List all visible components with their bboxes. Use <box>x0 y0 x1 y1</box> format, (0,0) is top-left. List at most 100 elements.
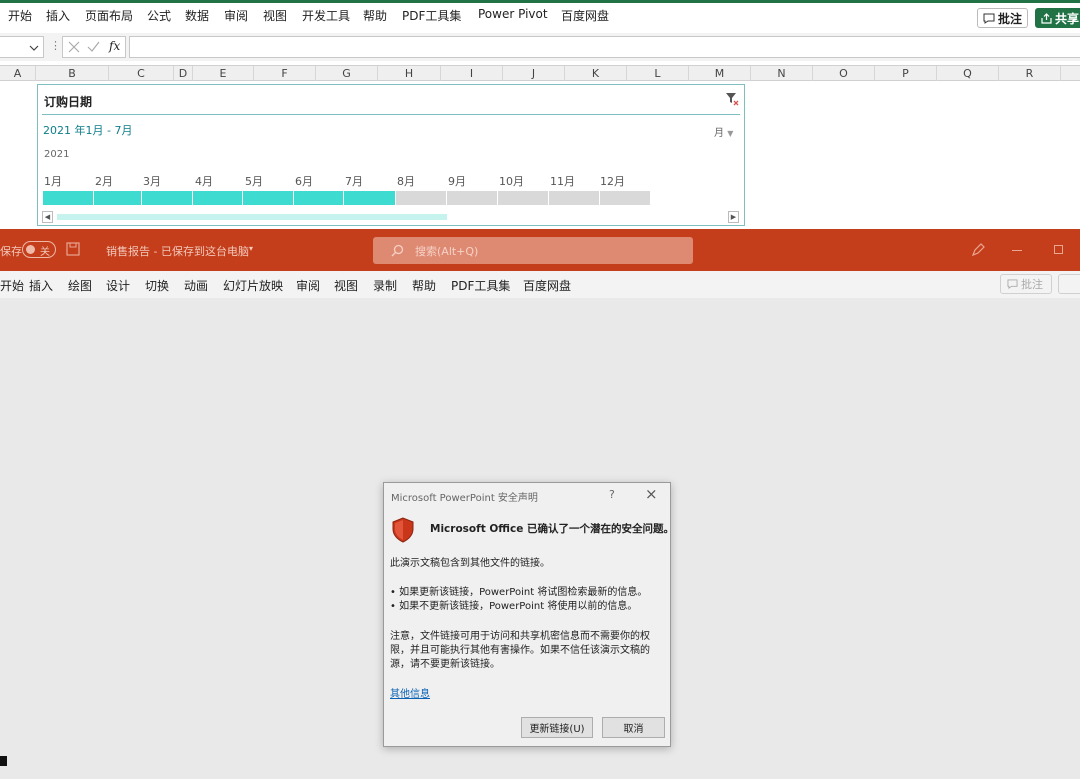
month-label: 3月 <box>143 175 161 188</box>
search-box[interactable]: 搜索(Alt+Q) <box>373 237 693 264</box>
tab-insert[interactable]: 插入 <box>29 277 53 294</box>
formula-bar: ⋮ fx <box>0 33 1080 61</box>
tab-home[interactable]: 开始 <box>8 7 32 24</box>
month-label: 8月 <box>397 175 415 188</box>
tab-review[interactable]: 审阅 <box>224 7 248 24</box>
cancel-button[interactable]: 取消 <box>602 717 665 738</box>
title-caret-icon[interactable]: ▾ <box>249 244 253 253</box>
tab-formulas[interactable]: 公式 <box>147 7 171 24</box>
formula-bar-divider-icon: ⋮ <box>50 39 61 52</box>
autosave-label: 保存 <box>0 245 22 258</box>
column-header[interactable]: E <box>193 66 254 81</box>
cancel-entry-icon[interactable] <box>68 41 80 53</box>
column-header[interactable]: F <box>254 66 316 81</box>
tab-view[interactable]: 视图 <box>334 277 358 294</box>
column-header[interactable]: I <box>441 66 503 81</box>
column-header[interactable]: A <box>0 66 36 81</box>
autosave-toggle[interactable]: 关 <box>22 241 56 258</box>
column-header[interactable]: O <box>813 66 875 81</box>
more-info-link[interactable]: 其他信息 <box>390 688 430 702</box>
month-segment[interactable] <box>600 191 651 205</box>
month-segment[interactable] <box>498 191 549 205</box>
column-header[interactable]: J <box>503 66 565 81</box>
confirm-entry-icon[interactable] <box>87 41 100 53</box>
name-box[interactable] <box>0 36 44 58</box>
tab-view[interactable]: 视图 <box>263 7 287 24</box>
month-segment[interactable] <box>193 191 243 205</box>
time-level-label: 月 <box>714 128 724 139</box>
autosave-state: 关 <box>40 247 50 258</box>
tab-design[interactable]: 设计 <box>106 277 130 294</box>
share-button[interactable] <box>1058 274 1080 294</box>
column-header[interactable]: K <box>565 66 627 81</box>
column-header[interactable]: Q <box>937 66 999 81</box>
column-header[interactable]: H <box>378 66 441 81</box>
month-segment[interactable] <box>243 191 294 205</box>
column-header[interactable]: N <box>751 66 813 81</box>
tab-power-pivot[interactable]: Power Pivot <box>478 7 548 21</box>
update-links-button[interactable]: 更新链接(U) <box>521 717 593 738</box>
tab-baidu-netdisk[interactable]: 百度网盘 <box>523 277 571 294</box>
tab-transitions[interactable]: 切换 <box>145 277 169 294</box>
tab-pdf-tools[interactable]: PDF工具集 <box>451 277 510 294</box>
comments-button[interactable]: 批注 <box>977 8 1028 28</box>
column-header[interactable]: B <box>36 66 109 81</box>
month-label: 11月 <box>550 175 575 188</box>
tab-home[interactable]: 开始 <box>0 277 24 294</box>
column-header[interactable]: C <box>109 66 174 81</box>
comments-button[interactable]: 批注 <box>1000 274 1052 294</box>
close-icon[interactable]: × <box>645 485 658 503</box>
clear-filter-icon[interactable] <box>725 92 739 106</box>
month-segment[interactable] <box>396 191 447 205</box>
tab-review[interactable]: 审阅 <box>296 277 320 294</box>
month-segment[interactable] <box>549 191 600 205</box>
tab-help[interactable]: 帮助 <box>363 7 387 24</box>
insert-function-icon[interactable]: fx <box>109 39 120 53</box>
tab-page-layout[interactable]: 页面布局 <box>85 7 133 24</box>
toggle-knob <box>26 245 35 254</box>
timeline-slicer[interactable]: 订购日期 2021 年1月 - 7月 月 ▼ 2021 1月 2月 3月 4月 … <box>37 84 745 226</box>
tab-developer[interactable]: 开发工具 <box>302 7 350 24</box>
search-icon <box>391 244 404 257</box>
tab-insert[interactable]: 插入 <box>46 7 70 24</box>
column-header[interactable]: D <box>174 66 193 81</box>
column-header[interactable]: G <box>316 66 378 81</box>
tab-animations[interactable]: 动画 <box>184 277 208 294</box>
tab-data[interactable]: 数据 <box>185 7 209 24</box>
minimize-icon[interactable] <box>1012 250 1022 251</box>
column-headers: A B C D E F G H I J K L M N O P Q R <box>0 65 1080 81</box>
dialog-note: 源，请不要更新该链接。 <box>390 659 500 670</box>
month-segment[interactable] <box>94 191 142 205</box>
maximize-icon[interactable] <box>1054 245 1063 254</box>
month-segment[interactable] <box>142 191 193 205</box>
tab-draw[interactable]: 绘图 <box>68 277 92 294</box>
month-segment[interactable] <box>447 191 498 205</box>
pen-icon[interactable] <box>971 243 985 257</box>
timeline-scrollbar[interactable]: ◀ ▶ <box>42 211 742 223</box>
save-icon[interactable] <box>66 242 80 256</box>
tab-record[interactable]: 录制 <box>373 277 397 294</box>
document-title[interactable]: 销售报告 - 已保存到这台电脑 <box>106 243 249 259</box>
month-label: 4月 <box>195 175 213 188</box>
scrollbar-thumb[interactable] <box>57 214 447 220</box>
formula-input[interactable] <box>129 36 1080 58</box>
column-header[interactable]: R <box>999 66 1061 81</box>
tab-baidu-netdisk[interactable]: 百度网盘 <box>561 7 609 24</box>
chevron-down-icon[interactable] <box>29 45 39 51</box>
scroll-right-icon[interactable]: ▶ <box>728 211 739 223</box>
tab-help[interactable]: 帮助 <box>412 277 436 294</box>
tab-pdf-tools[interactable]: PDF工具集 <box>402 7 461 24</box>
column-header[interactable]: L <box>627 66 689 81</box>
month-segment[interactable] <box>344 191 396 205</box>
tab-slideshow[interactable]: 幻灯片放映 <box>223 277 283 294</box>
powerpoint-ribbon-tabs: 开始 插入 绘图 设计 切换 动画 幻灯片放映 审阅 视图 录制 帮助 PDF工… <box>0 271 1080 299</box>
time-level-dropdown[interactable]: 月 ▼ <box>714 124 733 139</box>
column-header[interactable]: M <box>689 66 751 81</box>
comment-icon <box>983 13 995 24</box>
month-segment[interactable] <box>43 191 94 205</box>
help-icon[interactable]: ? <box>609 488 615 501</box>
share-button[interactable]: 共享 <box>1035 8 1080 28</box>
scroll-left-icon[interactable]: ◀ <box>42 211 53 223</box>
column-header[interactable]: P <box>875 66 937 81</box>
month-segment[interactable] <box>294 191 344 205</box>
